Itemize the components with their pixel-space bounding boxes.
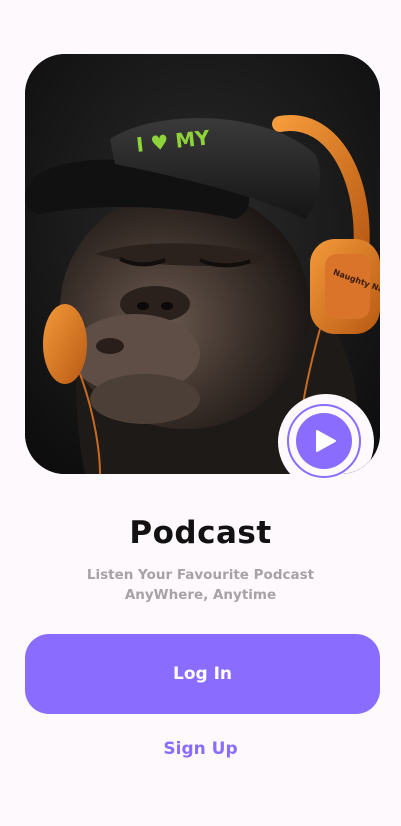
page-title: Podcast <box>129 515 272 551</box>
subtitle-line-2: AnyWhere, Anytime <box>124 587 277 603</box>
play-icon <box>316 430 336 452</box>
login-button[interactable]: Log In <box>25 634 380 714</box>
signup-link[interactable]: Sign Up <box>0 739 401 759</box>
subtitle-line-1: Listen Your Favourite Podcast <box>86 567 315 583</box>
play-button[interactable] <box>287 404 361 478</box>
page-subtitle: Listen Your Favourite Podcast AnyWhere, … <box>0 565 401 605</box>
play-button-fill[interactable] <box>296 413 352 469</box>
